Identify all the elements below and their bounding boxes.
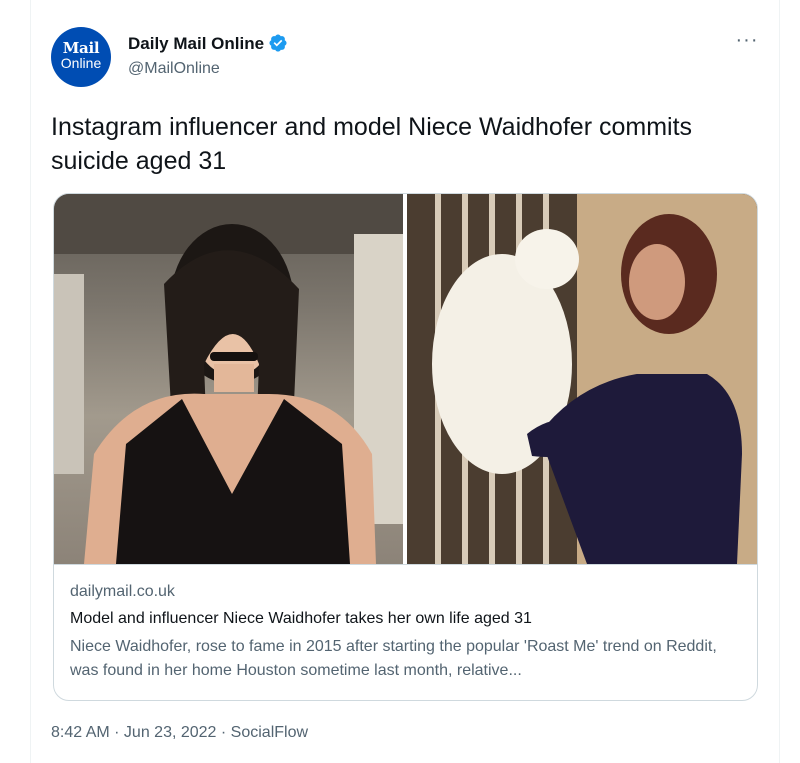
tweet-source[interactable]: SocialFlow (231, 724, 308, 741)
photo-illustration-left (54, 194, 403, 564)
card-description: Niece Waidhofer, rose to fame in 2015 af… (70, 638, 717, 679)
card-title: Model and influencer Niece Waidhofer tak… (70, 610, 532, 627)
avatar-logo-text: Mail (62, 39, 100, 57)
tweet-time[interactable]: 8:42 AM (51, 724, 110, 741)
verified-badge-icon (269, 34, 287, 52)
card-photo-right (407, 194, 757, 564)
tweet-meta: 8:42 AM · Jun 23, 2022 · SocialFlow (51, 724, 308, 742)
avatar-logo-subtext: Online (60, 55, 102, 71)
meta-separator: · (109, 724, 124, 741)
tweet-date[interactable]: Jun 23, 2022 (124, 724, 217, 741)
author-name[interactable]: Daily Mail Online (128, 34, 264, 53)
card-domain: dailymail.co.uk (70, 583, 175, 600)
more-options-icon[interactable]: ··· (731, 30, 763, 54)
avatar[interactable]: Mail Online (51, 27, 111, 87)
link-card[interactable]: dailymail.co.uk Model and influencer Nie… (53, 193, 758, 701)
author-name-row[interactable]: Daily Mail Online (128, 33, 288, 54)
author-handle[interactable]: @MailOnline (128, 60, 220, 78)
tweet: Mail Online Daily Mail Online @MailOnlin… (30, 0, 780, 763)
card-body[interactable]: dailymail.co.uk Model and influencer Nie… (54, 564, 757, 700)
card-photo-left (54, 194, 403, 564)
tweet-text: Instagram influencer and model Niece Wai… (51, 113, 693, 175)
card-media[interactable] (54, 194, 757, 564)
page: Mail Online Daily Mail Online @MailOnlin… (0, 0, 800, 763)
photo-illustration-right (407, 194, 757, 564)
meta-separator: · (216, 724, 231, 741)
